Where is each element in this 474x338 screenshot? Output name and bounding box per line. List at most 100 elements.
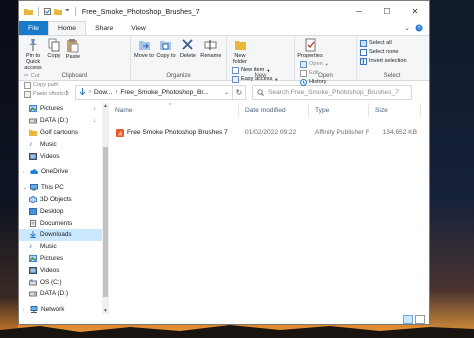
cloud-icon xyxy=(30,169,38,175)
nav-item-videos[interactable]: Videos xyxy=(19,150,109,162)
open-button[interactable]: Open ▼ xyxy=(300,60,329,68)
large-icons-view-button[interactable] xyxy=(415,315,425,324)
new-folder-small-icon[interactable] xyxy=(54,8,62,15)
nav-item-pictures[interactable]: Pictures ⊥ xyxy=(19,103,109,115)
invert-selection-button[interactable]: Invert selection xyxy=(360,57,407,65)
file-size: 134,652 KB xyxy=(382,129,417,136)
properties-check-icon[interactable] xyxy=(44,7,51,15)
downloads-icon xyxy=(30,231,36,239)
scroll-up-arrow-icon[interactable]: ▲ xyxy=(102,103,109,109)
copy-button[interactable]: Copy xyxy=(46,38,62,59)
nav-item-documents[interactable]: Documents xyxy=(19,217,109,229)
select-none-button[interactable]: Select none xyxy=(360,48,407,56)
pin-quick-access-button[interactable]: Pin to Quick access xyxy=(22,38,44,71)
paste-clipboard-icon xyxy=(67,39,79,53)
help-icon[interactable]: ? xyxy=(415,24,423,32)
details-view-button[interactable] xyxy=(403,315,413,324)
search-box[interactable]: Search Free_Smoke_Photoshop_Brushes_7 xyxy=(252,84,412,100)
new-group-label: New xyxy=(254,73,267,79)
nav-item-golf-cartoons[interactable]: Golf cartoons xyxy=(19,127,109,139)
pin-icon xyxy=(29,39,37,51)
paste-shortcut-icon xyxy=(24,90,31,98)
affinity-publisher-file-icon xyxy=(116,128,124,137)
nav-item-this-pc[interactable]: ⌄ This PC xyxy=(19,182,109,194)
tab-home[interactable]: Home xyxy=(47,21,87,35)
nav-item-downloads[interactable]: Downloads xyxy=(19,228,109,241)
folder-icon xyxy=(29,129,37,136)
column-headers: Name ^ Date modified Type Size xyxy=(109,103,429,117)
expand-chevron-icon[interactable]: › xyxy=(23,307,27,312)
folder-icon xyxy=(24,8,33,15)
search-icon xyxy=(257,88,264,96)
nav-item-network[interactable]: › Network xyxy=(19,304,109,314)
dropdown-chevron-icon: ▼ xyxy=(266,67,271,73)
column-header-type[interactable]: Type xyxy=(309,103,369,117)
nav-item-music-pc[interactable]: ♪ Music xyxy=(19,241,109,253)
paste-shortcut-button[interactable]: Paste shortcut xyxy=(24,90,69,98)
search-placeholder: Search Free_Smoke_Photoshop_Brushes_7 xyxy=(268,88,399,96)
3d-objects-icon xyxy=(29,195,37,203)
collapse-ribbon-chevron-icon[interactable]: ⌄ xyxy=(404,24,410,32)
address-bar[interactable]: › Dow... › Free_Smoke_Photoshop_Br... ⌄ xyxy=(75,84,233,100)
nav-item-onedrive[interactable]: › OneDrive xyxy=(19,166,109,178)
maximize-button[interactable]: ☐ xyxy=(373,1,401,21)
breadcrumb-separator-icon: › xyxy=(89,89,91,95)
minimize-button[interactable]: ─ xyxy=(345,1,373,21)
desktop-icon xyxy=(29,207,37,215)
nav-item-3d-objects[interactable]: 3D Objects xyxy=(19,194,109,206)
file-explorer-window: ⏷ Free_Smoke_Photoshop_Brushes_7 ─ ☐ ✕ F… xyxy=(18,0,430,325)
move-to-button[interactable]: Move to xyxy=(134,38,154,59)
nav-item-desktop[interactable]: Desktop xyxy=(19,205,109,217)
sort-ascending-icon: ^ xyxy=(169,103,172,109)
refresh-icon: ↻ xyxy=(235,87,243,97)
drive-icon xyxy=(29,118,37,124)
nav-item-data-d[interactable]: DATA (D:) xyxy=(19,288,109,300)
delete-button[interactable]: Delete xyxy=(178,38,198,59)
new-folder-button[interactable]: New folder xyxy=(230,38,250,65)
collapse-chevron-icon[interactable]: ⌄ xyxy=(23,185,27,191)
copy-icon xyxy=(48,38,60,52)
file-list: Name ^ Date modified Type Size Free Smok… xyxy=(109,103,429,314)
expand-chevron-icon[interactable]: › xyxy=(23,169,27,174)
nav-item-data-drive[interactable]: DATA (D:) ⊥ xyxy=(19,115,109,127)
scrollbar-thumb[interactable] xyxy=(103,147,108,297)
tab-view[interactable]: View xyxy=(122,21,155,35)
file-name: Free Smoke Photoshop Brushes 7 xyxy=(127,129,228,136)
downloads-arrow-icon xyxy=(79,88,86,96)
history-icon xyxy=(300,78,307,86)
address-history-chevron-icon[interactable]: ⌄ xyxy=(224,89,229,96)
file-row[interactable]: Free Smoke Photoshop Brushes 7 01/02/202… xyxy=(109,126,429,139)
pin-icon: ⊥ xyxy=(92,105,97,112)
nav-item-music[interactable]: ♪ Music xyxy=(19,138,109,150)
column-header-date[interactable]: Date modified xyxy=(239,103,309,117)
close-button[interactable]: ✕ xyxy=(401,1,429,21)
column-header-size[interactable]: Size xyxy=(369,103,421,117)
paste-label: Paste xyxy=(65,54,81,60)
customize-qat-chevron-icon[interactable]: ⏷ xyxy=(65,8,70,15)
navigation-pane: Pictures ⊥ DATA (D:) ⊥ Golf cartoons ♪ M… xyxy=(19,103,109,314)
nav-item-os-c[interactable]: OS (C:) xyxy=(19,276,109,288)
copy-to-button[interactable]: Copy to xyxy=(156,38,176,59)
breadcrumb-downloads[interactable]: Dow... xyxy=(94,89,112,96)
network-icon xyxy=(30,306,38,314)
nav-item-videos-pc[interactable]: Videos xyxy=(19,264,109,276)
copy-path-button[interactable]: Copy path xyxy=(24,81,69,89)
column-header-name[interactable]: Name ^ xyxy=(109,103,239,117)
refresh-button[interactable]: ↻ xyxy=(232,84,246,100)
paste-button[interactable]: Paste xyxy=(64,38,82,60)
select-all-button[interactable]: Select all xyxy=(360,39,407,47)
videos-icon xyxy=(29,266,37,274)
open-group: Properties Open ▼ Edit History Open xyxy=(295,36,357,86)
computer-icon xyxy=(30,184,38,191)
rename-button[interactable]: Rename xyxy=(200,38,222,59)
ribbon-tabs: File Home Share View ⌄ ? xyxy=(19,21,429,35)
music-icon: ♪ xyxy=(29,140,33,148)
breadcrumb-current-folder[interactable]: Free_Smoke_Photoshop_Br... xyxy=(120,89,208,96)
properties-button[interactable]: Properties xyxy=(297,38,323,59)
tab-file[interactable]: File xyxy=(19,21,48,35)
history-button[interactable]: History xyxy=(300,78,329,86)
navigation-scrollbar[interactable]: ▲ ▼ xyxy=(102,103,109,314)
nav-item-pictures-pc[interactable]: Pictures xyxy=(19,253,109,265)
organize-group-label: Organize xyxy=(166,73,191,79)
tab-share[interactable]: Share xyxy=(86,21,122,35)
